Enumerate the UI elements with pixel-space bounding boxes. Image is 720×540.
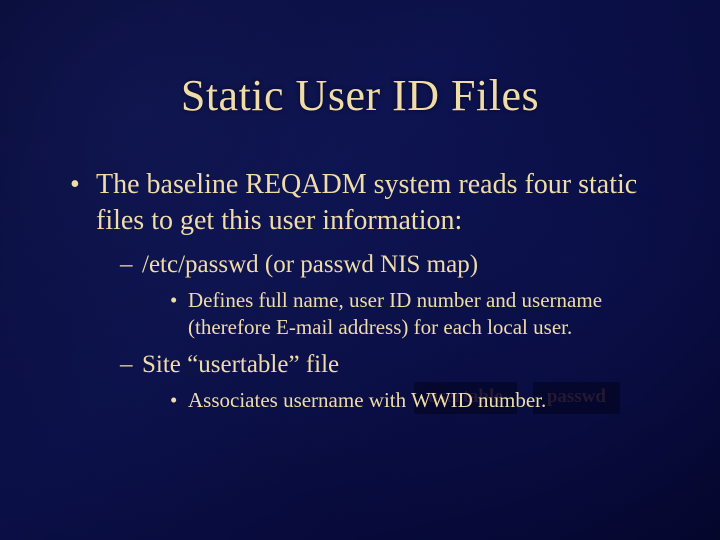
slide-content: Static User ID Files The baseline REQADM…: [60, 70, 660, 414]
bullet-l3b: Associates username with WWID number.: [170, 387, 660, 414]
bullet-list-level2: /etc/passwd (or passwd NIS map) Defines …: [96, 249, 660, 415]
slide-title: Static User ID Files: [60, 70, 660, 121]
bullet-l1-text: The baseline REQADM system reads four st…: [96, 169, 637, 236]
bullet-l1: The baseline REQADM system reads four st…: [70, 167, 660, 414]
bullet-l3a-text: Defines full name, user ID number and us…: [188, 288, 602, 339]
bullet-list-level1: The baseline REQADM system reads four st…: [60, 167, 660, 414]
bullet-list-level3a: Defines full name, user ID number and us…: [142, 287, 660, 341]
bullet-l3a: Defines full name, user ID number and us…: [170, 287, 660, 341]
bullet-l2a: /etc/passwd (or passwd NIS map) Defines …: [120, 249, 660, 341]
bullet-l3b-text: Associates username with WWID number.: [188, 388, 546, 412]
bullet-l2b: Site “usertable” file Associates usernam…: [120, 349, 660, 414]
slide: usertable passwd Static User ID Files Th…: [0, 0, 720, 540]
bullet-list-level3b: Associates username with WWID number.: [142, 387, 660, 414]
bullet-l2b-text: Site “usertable” file: [142, 351, 339, 378]
bullet-l2a-text: /etc/passwd (or passwd NIS map): [142, 251, 478, 278]
